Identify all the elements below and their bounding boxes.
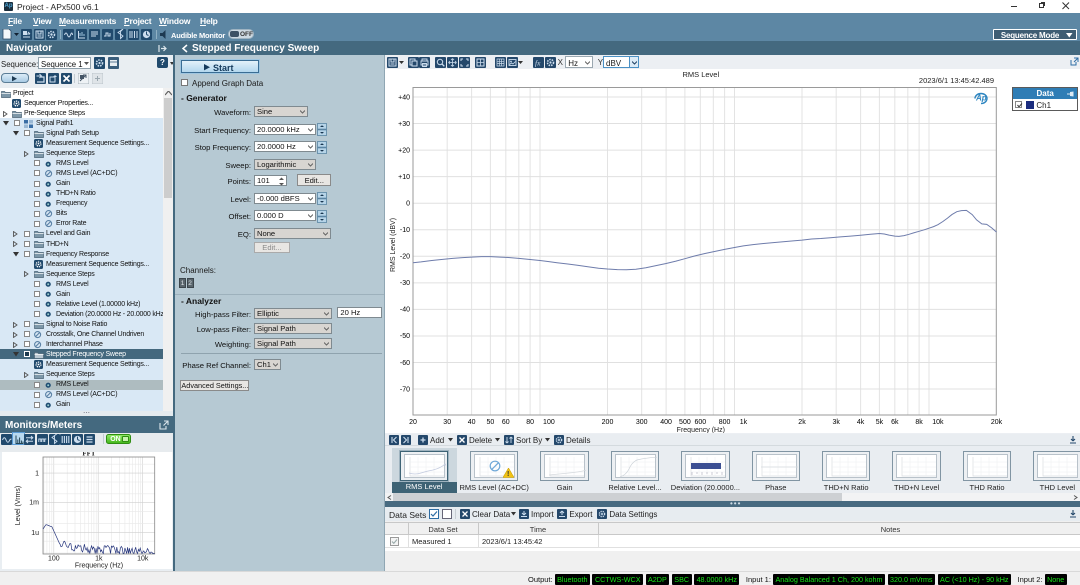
svg-text:1k: 1k: [740, 419, 748, 426]
svg-text:50: 50: [487, 419, 495, 426]
svg-text:2023/6/1 13:45:42.489: 2023/6/1 13:45:42.489: [919, 76, 994, 85]
svg-text:fx: fx: [535, 58, 541, 67]
svg-text:100: 100: [543, 419, 555, 426]
svg-text:80: 80: [526, 419, 534, 426]
svg-text:400: 400: [660, 419, 672, 426]
svg-text:10k: 10k: [932, 419, 944, 426]
svg-text:Frequency (Hz): Frequency (Hz): [677, 427, 725, 433]
svg-text:-70: -70: [400, 386, 410, 393]
svg-text:-50: -50: [400, 333, 410, 340]
svg-text:Frequency (Hz): Frequency (Hz): [75, 563, 123, 570]
svg-text:Ap: Ap: [975, 94, 987, 103]
svg-text:200: 200: [602, 419, 614, 426]
svg-text:+10: +10: [398, 174, 410, 181]
svg-text:5k: 5k: [876, 419, 884, 426]
svg-text:-40: -40: [400, 307, 410, 314]
svg-text:-10: -10: [400, 227, 410, 234]
svg-text:60: 60: [502, 419, 510, 426]
svg-text:+40: +40: [398, 94, 410, 101]
svg-text:RMS Level: RMS Level: [682, 70, 719, 79]
svg-text:30: 30: [443, 419, 451, 426]
svg-text:-60: -60: [400, 360, 410, 367]
svg-text:1u: 1u: [31, 530, 39, 537]
svg-text:Level (Vrms): Level (Vrms): [15, 486, 22, 525]
svg-text:1k: 1k: [95, 556, 103, 563]
svg-text:800: 800: [719, 419, 731, 426]
svg-text:0: 0: [406, 201, 410, 208]
svg-text:FFT: FFT: [82, 452, 96, 458]
svg-text:20k: 20k: [991, 419, 1003, 426]
svg-text:300: 300: [636, 419, 648, 426]
svg-text:-30: -30: [400, 280, 410, 287]
svg-text:-20: -20: [400, 254, 410, 261]
svg-text:100: 100: [48, 556, 60, 563]
svg-text:40: 40: [468, 419, 476, 426]
svg-text:!: !: [507, 471, 509, 478]
svg-text:+30: +30: [398, 121, 410, 128]
svg-text:600: 600: [694, 419, 706, 426]
svg-text:2k: 2k: [798, 419, 806, 426]
svg-text:1m: 1m: [29, 500, 39, 507]
svg-text:10k: 10k: [137, 556, 149, 563]
svg-text:1: 1: [35, 471, 39, 478]
svg-text:4k: 4k: [857, 419, 865, 426]
svg-text:500: 500: [679, 419, 691, 426]
svg-text:3k: 3k: [832, 419, 840, 426]
svg-text:20: 20: [409, 419, 417, 426]
svg-text:+20: +20: [398, 147, 410, 154]
svg-text:6k: 6k: [891, 419, 899, 426]
svg-text:RMS Level (dBV): RMS Level (dBV): [390, 218, 397, 272]
svg-text:8k: 8k: [915, 419, 923, 426]
